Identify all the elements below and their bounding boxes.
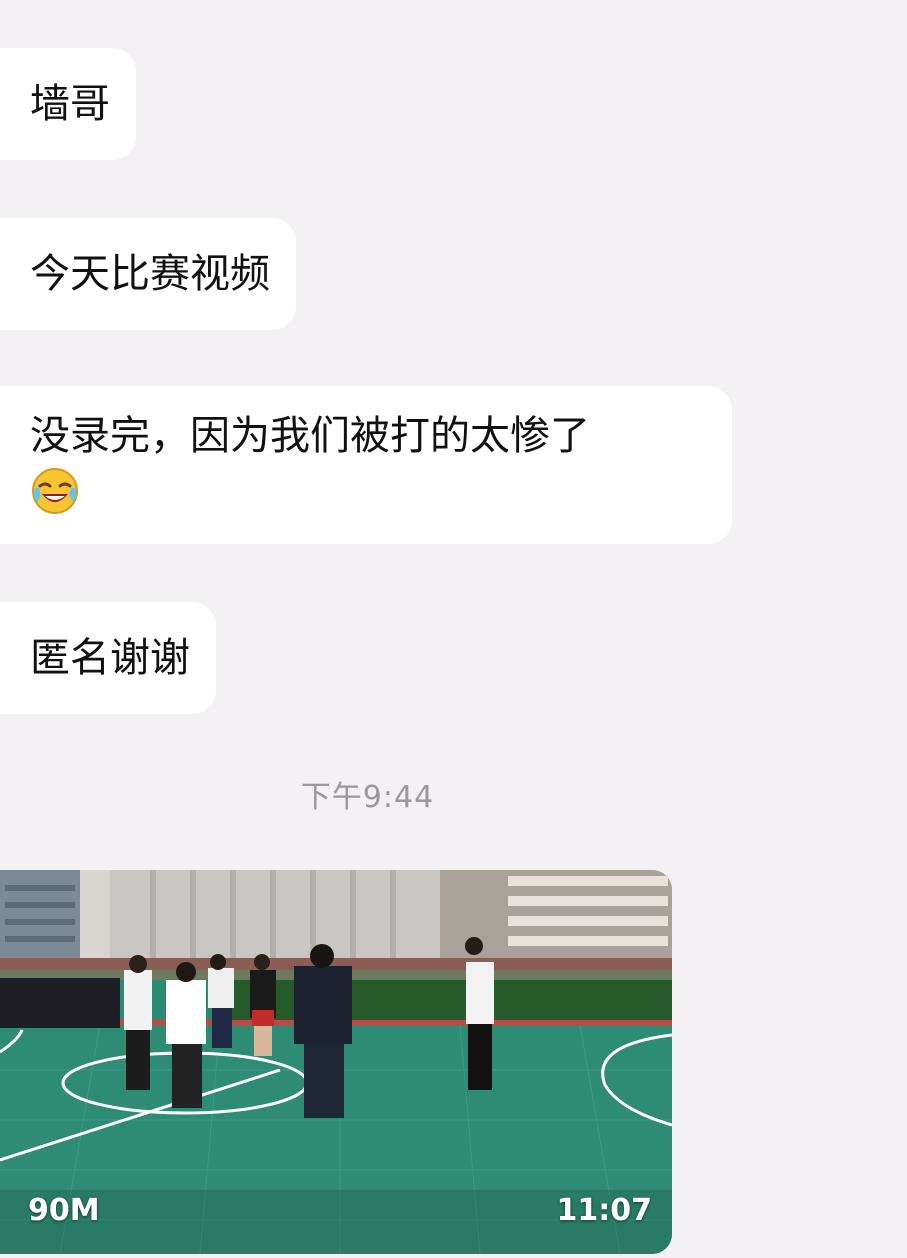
message-text: 今天比赛视频 — [30, 251, 270, 297]
message-text: 墙哥 — [30, 81, 110, 127]
laughing-tears-emoji-icon — [32, 468, 78, 514]
message-bubble[interactable]: 没录完，因为我们被打的太惨了 — [0, 386, 732, 544]
message-bubble[interactable]: 匿名谢谢 — [0, 602, 216, 714]
message-text: 没录完，因为我们被打的太惨了 — [30, 413, 590, 459]
message-bubble[interactable]: 今天比赛视频 — [0, 218, 296, 330]
video-duration-label: 11:07 — [556, 1193, 653, 1228]
video-size-label: 90M — [28, 1193, 100, 1228]
message-bubble[interactable]: 墙哥 — [0, 48, 136, 160]
video-message[interactable]: 90M 11:07 — [0, 870, 672, 1254]
message-timestamp: 下午9:44 — [300, 780, 435, 815]
message-text: 匿名谢谢 — [30, 635, 190, 681]
